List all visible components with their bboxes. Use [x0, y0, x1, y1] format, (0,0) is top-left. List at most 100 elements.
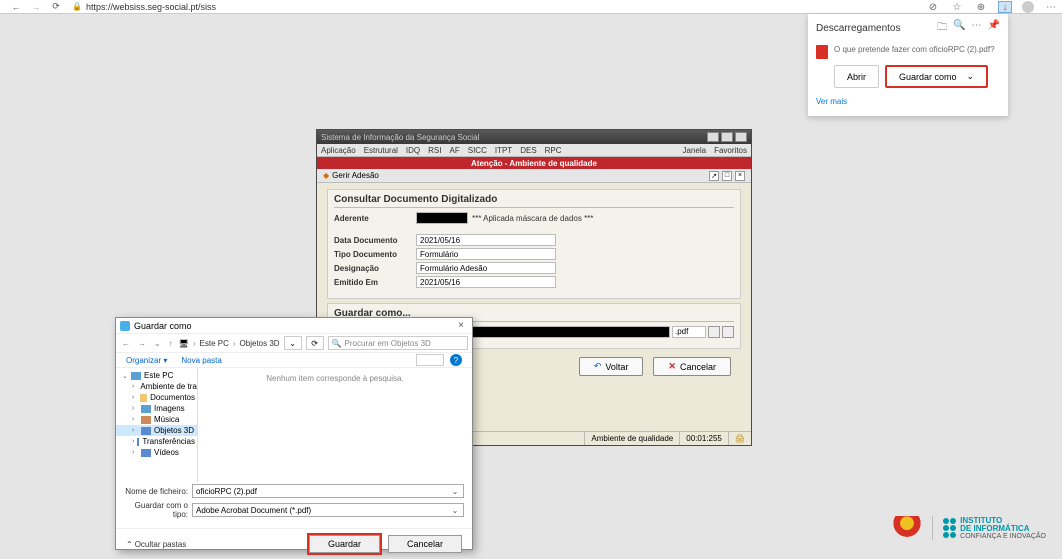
folder-tree: ⌄Este PC ›Ambiente de tra ›Documentos ›I…: [116, 368, 198, 482]
menu-des[interactable]: DES: [520, 146, 536, 155]
favorite-icon[interactable]: ☆: [950, 1, 964, 13]
close-button[interactable]: ×: [735, 132, 747, 142]
breadcrumb-p2[interactable]: Objetos 3D: [240, 339, 280, 348]
sub-action-icon[interactable]: ↗: [709, 171, 719, 181]
downloads-title: Descarregamentos: [816, 23, 900, 34]
browser-toolbar: ← → ⟳ 🔒 https://websiss.seg-social.pt/si…: [0, 0, 1062, 14]
menu-af[interactable]: AF: [450, 146, 460, 155]
designacao-value: Formulário Adesão: [416, 262, 556, 274]
filetype-select[interactable]: Adobe Acrobat Document (*.pdf)⌄: [192, 503, 464, 517]
organize-menu[interactable]: Organizar ▾: [126, 356, 167, 365]
more-icon[interactable]: ⋯: [1044, 1, 1058, 13]
address-bar[interactable]: 🔒 https://websiss.seg-social.pt/siss: [72, 2, 216, 12]
dialog-close-button[interactable]: ×: [454, 320, 468, 331]
tree-videos[interactable]: ›Vídeos: [116, 447, 197, 458]
dialog-nav: ← → ⌄ ↑ 🖥 › Este PC › Objetos 3D ⌄ ⟳ 🔍 P…: [116, 334, 472, 352]
downloads-icon[interactable]: ↓: [998, 1, 1012, 13]
nav-back-icon[interactable]: ←: [120, 339, 132, 348]
filetype-label: Guardar com o tipo:: [124, 501, 192, 519]
clear-icon[interactable]: [722, 326, 734, 338]
nav-recent-icon[interactable]: ⌄: [152, 339, 163, 348]
folder-content: Nenhum item corresponde à pesquisa.: [198, 368, 472, 482]
tree-este-pc[interactable]: ⌄Este PC: [116, 370, 197, 381]
tree-transferencias[interactable]: ›Transferências: [116, 436, 197, 447]
menu-idq[interactable]: IDQ: [406, 146, 420, 155]
bullet-icon: ◆: [323, 171, 329, 180]
instituto-informatica-logo: INSTITUTO DE INFORMÁTICA CONFIANÇA E INO…: [943, 517, 1046, 540]
menu-rsi[interactable]: RSI: [428, 146, 441, 155]
profile-avatar[interactable]: [1022, 1, 1034, 13]
search-input[interactable]: 🔍 Procurar em Objetos 3D: [328, 336, 468, 350]
panel-title: Consultar Documento Digitalizado: [334, 194, 734, 208]
pin-icon[interactable]: 📌: [988, 20, 1000, 37]
nav-forward-icon[interactable]: →: [28, 1, 44, 13]
filename-input[interactable]: oficioRPC (2).pdf⌄: [192, 484, 464, 498]
save-as-dialog: Guardar como × ← → ⌄ ↑ 🖥 › Este PC › Obj…: [115, 317, 473, 550]
browse-icon[interactable]: [708, 326, 720, 338]
warning-bar: Atenção - Ambiente de qualidade: [317, 157, 751, 169]
app-titlebar[interactable]: Sistema de Informação da Segurança Socia…: [317, 130, 751, 144]
minimize-button[interactable]: _: [707, 132, 719, 142]
sub-title: Gerir Adesão: [332, 171, 379, 180]
menu-estrutural[interactable]: Estrutural: [364, 146, 398, 155]
menu-rpc[interactable]: RPC: [545, 146, 562, 155]
open-button[interactable]: Abrir: [834, 65, 879, 88]
emitido-value: 2021/05/16: [416, 276, 556, 288]
new-folder-button[interactable]: Nova pasta: [181, 356, 221, 365]
printer-icon[interactable]: 🖨: [728, 432, 751, 445]
tree-ambiente[interactable]: ›Ambiente de tra: [116, 381, 197, 392]
dialog-icon: [120, 321, 130, 331]
search-placeholder: Procurar em Objetos 3D: [345, 339, 431, 348]
open-folder-icon[interactable]: 🗀: [937, 20, 947, 37]
search-icon: 🔍: [332, 339, 342, 348]
nav-forward-icon[interactable]: →: [136, 339, 148, 348]
see-more-link[interactable]: Ver mais: [816, 97, 847, 106]
cancel-button[interactable]: Cancelar: [388, 535, 462, 553]
more-icon[interactable]: ⋯: [972, 20, 982, 37]
breadcrumb-dropdown[interactable]: ⌄: [284, 336, 302, 350]
collections-icon[interactable]: ⊕: [974, 1, 988, 13]
breadcrumb-p1[interactable]: Este PC: [200, 339, 229, 348]
tree-documentos[interactable]: ›Documentos: [116, 392, 197, 403]
cancel-x-icon: ✕: [668, 361, 676, 372]
app-menubar: Aplicação Estrutural IDQ RSI AF SICC ITP…: [317, 144, 751, 157]
reload-icon[interactable]: ⟳: [48, 1, 64, 13]
tree-musica[interactable]: ›Música: [116, 414, 197, 425]
menu-favoritos[interactable]: Favoritos: [714, 146, 747, 155]
filename-label: Nome de ficheiro:: [124, 487, 192, 496]
designacao-label: Designação: [334, 264, 416, 273]
menu-itpt[interactable]: ITPT: [495, 146, 512, 155]
lock-icon: 🔒: [72, 2, 82, 11]
save-as-button[interactable]: Guardar como ⌄: [885, 65, 988, 88]
maximize-button[interactable]: □: [721, 132, 733, 142]
emitido-label: Emitido Em: [334, 278, 416, 287]
cancelar-button[interactable]: ✕ Cancelar: [653, 357, 731, 376]
ficheiro-path-masked: [448, 326, 670, 338]
footer-logos: INSTITUTO DE INFORMÁTICA CONFIANÇA E INO…: [892, 516, 1046, 540]
hide-folders-toggle[interactable]: ⌃Ocultar pastas: [126, 540, 186, 549]
save-button[interactable]: Guardar: [309, 535, 380, 553]
chevron-down-icon: ⌄: [967, 71, 975, 82]
sub-close-icon[interactable]: ×: [735, 171, 745, 181]
seg-social-logo: [892, 516, 922, 540]
status-time: 00:01:255: [679, 432, 728, 445]
view-menu[interactable]: [416, 354, 444, 366]
menu-janela[interactable]: Janela: [683, 146, 707, 155]
refresh-button[interactable]: ⟳: [306, 336, 324, 350]
nav-back-icon[interactable]: ←: [8, 1, 24, 13]
tree-objetos-3d[interactable]: ›Objetos 3D: [116, 425, 197, 436]
nav-up-icon[interactable]: ↑: [167, 339, 175, 348]
dialog-titlebar[interactable]: Guardar como ×: [116, 318, 472, 334]
tracking-icon[interactable]: ⊘: [926, 1, 940, 13]
downloads-panel: Descarregamentos 🗀 🔍 ⋯ 📌 O que pretende …: [808, 14, 1008, 116]
dialog-title: Guardar como: [134, 321, 192, 331]
tree-imagens[interactable]: ›Imagens: [116, 403, 197, 414]
help-icon[interactable]: ?: [450, 354, 462, 366]
search-icon[interactable]: 🔍: [953, 20, 965, 37]
status-env: Ambiente de qualidade: [584, 432, 679, 445]
sub-maximize-icon[interactable]: □: [722, 171, 732, 181]
voltar-button[interactable]: ↶ Voltar: [579, 357, 644, 376]
app-title: Sistema de Informação da Segurança Socia…: [321, 133, 479, 142]
menu-aplicacao[interactable]: Aplicação: [321, 146, 356, 155]
menu-sicc[interactable]: SICC: [468, 146, 487, 155]
